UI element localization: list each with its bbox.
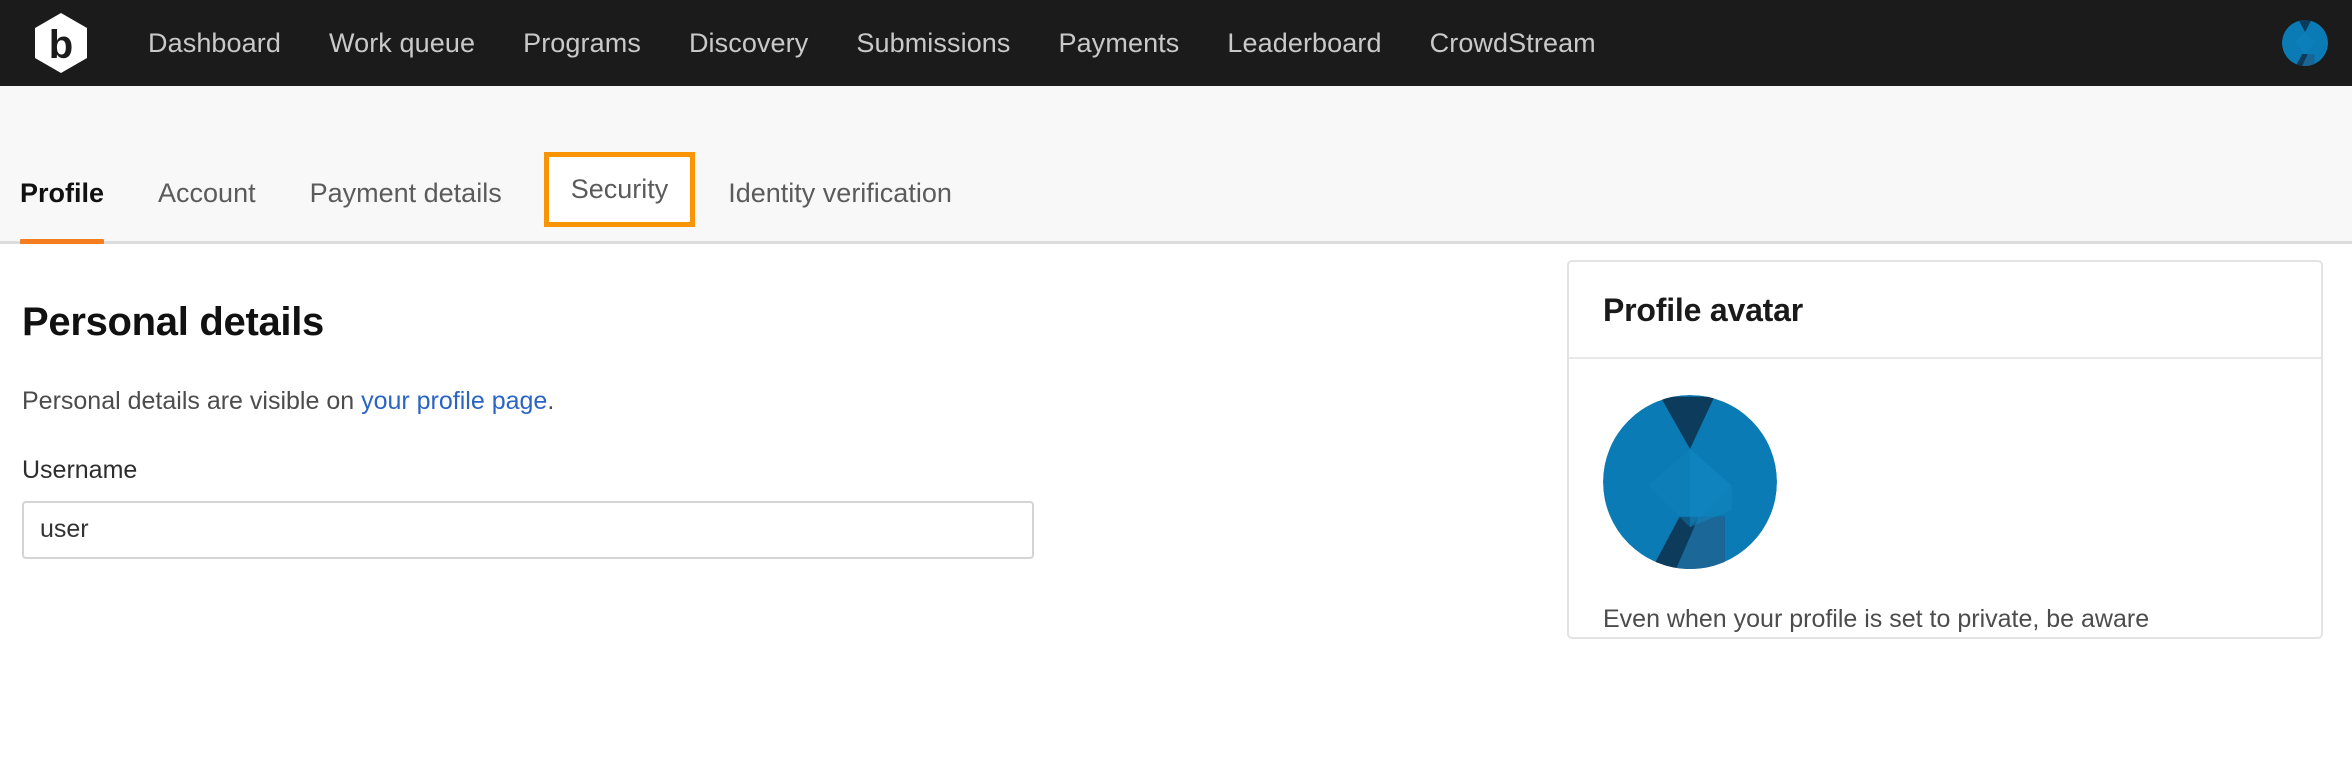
nav-link-discovery[interactable]: Discovery [665,20,832,67]
profile-avatar-card: Profile avatar Even when your profile is… [1567,260,2323,639]
nav-link-work-queue[interactable]: Work queue [305,20,499,67]
tab-payment-details[interactable]: Payment details [310,180,502,241]
main-content: Personal details Personal details are vi… [0,244,2352,762]
navbar-links: Dashboard Work queue Programs Discovery … [124,20,1620,67]
nav-link-dashboard[interactable]: Dashboard [124,20,305,67]
profile-avatar-card-body: Even when your profile is set to private… [1569,359,2321,637]
profile-avatar-identicon-icon[interactable] [1603,395,1777,569]
profile-avatar-card-title: Profile avatar [1603,292,1803,328]
navbar-user-avatar-icon[interactable] [2282,20,2328,66]
profile-avatar-card-header: Profile avatar [1569,262,2321,359]
nav-link-leaderboard[interactable]: Leaderboard [1203,20,1405,67]
personal-details-section: Personal details Personal details are vi… [0,244,1555,762]
tab-account[interactable]: Account [158,180,256,241]
bugcrowd-logo-icon[interactable]: b [30,12,92,74]
username-input[interactable] [22,500,1034,559]
svg-text:b: b [49,23,73,67]
description-suffix: . [547,387,555,415]
your-profile-page-link[interactable]: your profile page [361,387,547,415]
personal-details-description: Personal details are visible on your pro… [22,385,1531,418]
settings-tabbar: Profile Account Payment details Security… [0,86,2352,244]
nav-link-crowdstream[interactable]: CrowdStream [1406,20,1620,67]
nav-link-submissions[interactable]: Submissions [832,20,1034,67]
top-navbar: b Dashboard Work queue Programs Discover… [0,0,2352,86]
profile-avatar-column: Profile avatar Even when your profile is… [1555,244,2352,762]
description-prefix: Personal details are visible on [22,387,362,415]
page-title: Personal details [22,300,324,344]
tab-identity-verification[interactable]: Identity verification [728,180,952,241]
username-label: Username [22,455,138,484]
tab-profile[interactable]: Profile [20,180,105,244]
nav-link-payments[interactable]: Payments [1035,20,1204,67]
tab-security[interactable]: Security [543,152,696,227]
nav-link-programs[interactable]: Programs [499,20,665,67]
profile-avatar-note: Even when your profile is set to private… [1603,605,2150,633]
